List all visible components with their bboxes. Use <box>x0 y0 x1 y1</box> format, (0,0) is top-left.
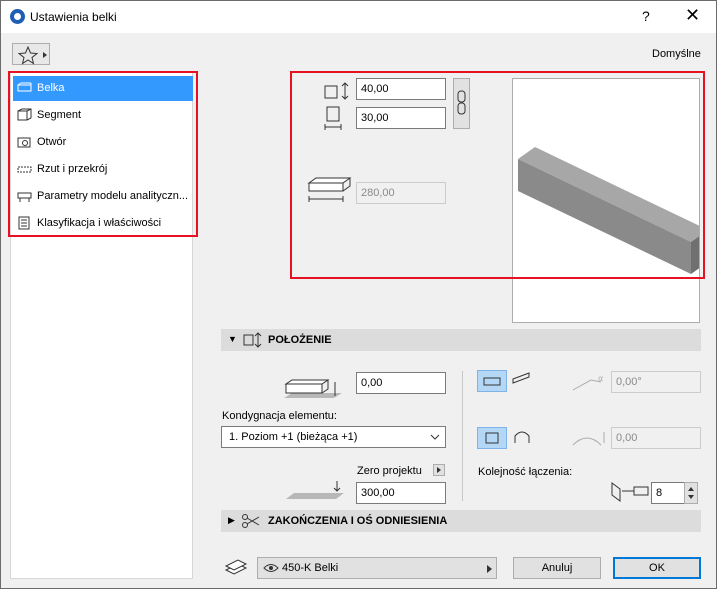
story-select[interactable]: 1. Poziom +1 (bieżąca +1) <box>221 426 446 448</box>
star-icon <box>17 45 47 65</box>
ok-button[interactable]: OK <box>613 557 701 579</box>
window-title: Ustawienia belki <box>30 10 117 24</box>
vertical-beam-button[interactable] <box>477 370 507 392</box>
vertical-beam-icon <box>483 377 501 386</box>
close-button[interactable]: ✕ <box>685 5 700 26</box>
curved-beam-icon <box>514 431 530 443</box>
arc-height-icon <box>572 432 605 446</box>
sidebar-highlight-box <box>8 71 198 237</box>
reference-field[interactable]: 300,00 <box>356 482 446 504</box>
chevron-down-icon <box>430 434 440 440</box>
positioning-icon <box>243 332 262 348</box>
layers-icon <box>224 559 248 575</box>
help-button[interactable]: ? <box>642 8 650 24</box>
straight-beam-icon <box>485 432 499 444</box>
vertical-divider <box>462 371 463 501</box>
eye-icon <box>263 564 279 572</box>
slanted-beam-button[interactable] <box>508 370 538 392</box>
geometry-highlight-box <box>290 71 705 279</box>
section-positioning-header[interactable]: ▼ POŁOŻENIE <box>221 329 701 351</box>
story-label: Kondygnacja elementu: <box>222 410 337 422</box>
reference-label: Zero projektu <box>357 465 422 477</box>
triangle-right-icon <box>437 467 441 473</box>
reference-menu-button[interactable] <box>433 464 445 476</box>
curved-beam-button[interactable] <box>508 427 538 449</box>
collapse-triangle-icon: ▼ <box>228 334 237 344</box>
connection-order-label: Kolejność łączenia: <box>478 466 573 478</box>
triangle-right-icon <box>487 565 492 573</box>
layer-select[interactable]: 450-K Belki <box>257 557 497 579</box>
slant-angle-field: 0,00° <box>611 371 701 393</box>
layer-name: 450-K Belki <box>282 562 339 574</box>
section-title: ZAKOŃCZENIA I OŚ ODNIESIENIA <box>268 515 448 527</box>
connection-order-stepper[interactable] <box>684 482 698 504</box>
section-ends-header[interactable]: ▶ ZAKOŃCZENIA I OŚ ODNIESIENIA <box>221 510 701 532</box>
svg-text:α: α <box>598 374 603 383</box>
arc-height-field: 0,00 <box>611 427 701 449</box>
offset-icon <box>284 379 342 398</box>
stepper-arrows-icon <box>688 487 694 499</box>
story-select-value: 1. Poziom +1 (bieżąca +1) <box>229 431 358 443</box>
connection-order-icon <box>611 482 649 502</box>
offset-field[interactable]: 0,00 <box>356 372 446 394</box>
defaults-label: Domyślne <box>652 48 701 60</box>
straight-beam-button[interactable] <box>477 427 507 449</box>
cancel-button[interactable]: Anuluj <box>513 557 601 579</box>
scissors-icon <box>242 514 260 528</box>
connection-order-field[interactable]: 8 <box>651 482 685 504</box>
favorites-button[interactable] <box>12 43 50 65</box>
dialog-window: Ustawienia belki ? ✕ Domyślne Belka Segm… <box>0 0 717 589</box>
expand-triangle-icon: ▶ <box>228 515 235 525</box>
app-icon <box>10 9 25 24</box>
slanted-beam-icon <box>512 372 530 384</box>
title-bar: Ustawienia belki ? ✕ <box>1 1 716 33</box>
slant-angle-icon: α <box>572 374 603 391</box>
section-title: POŁOŻENIE <box>268 334 332 346</box>
reference-level-icon <box>286 481 344 499</box>
